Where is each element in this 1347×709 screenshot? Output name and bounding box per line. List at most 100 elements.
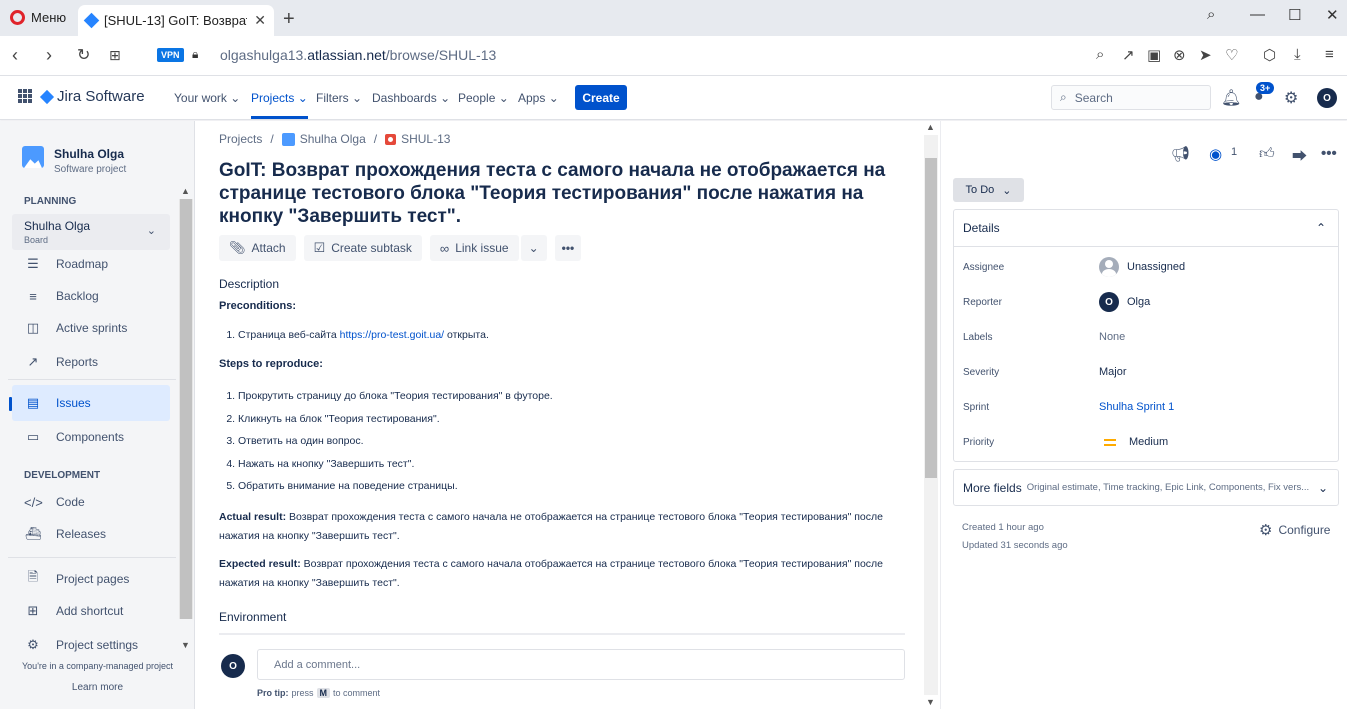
sidebar-item-reports[interactable]: ↗ Reports bbox=[24, 347, 170, 377]
more-actions-icon[interactable]: ••• bbox=[1321, 145, 1337, 162]
reporter-row[interactable]: Reporter O Olga bbox=[963, 292, 1150, 312]
browser-menu-button[interactable]: Меню bbox=[10, 10, 66, 25]
forward-icon[interactable]: › bbox=[46, 45, 52, 66]
sidebar-item-roadmap[interactable]: ☰ Roadmap bbox=[24, 249, 170, 279]
lock-icon[interactable]: 🔒︎ bbox=[192, 47, 198, 62]
nav-dashboards[interactable]: Dashboards ⌄ bbox=[372, 91, 450, 105]
link-issue-button[interactable]: ∞ Link issue bbox=[429, 235, 519, 261]
project-header[interactable]: Shulha Olga Software project bbox=[22, 146, 126, 175]
window-close-icon[interactable]: ✕ bbox=[1326, 6, 1339, 24]
board-selector[interactable]: Shulha Olga Board ⌄ bbox=[12, 214, 170, 250]
vote-thumbs-up-icon[interactable]: 👍︎ bbox=[1259, 145, 1275, 163]
sidebar-item-releases[interactable]: ⛴︎ Releases bbox=[24, 519, 170, 549]
nav-filters[interactable]: Filters ⌄ bbox=[316, 91, 362, 105]
download-icon[interactable]: ⤓ bbox=[1294, 46, 1301, 63]
search-input[interactable]: ⌕ Search bbox=[1051, 85, 1211, 110]
settings-gear-icon[interactable]: ⚙ bbox=[1284, 88, 1298, 108]
send-icon[interactable]: ➤ bbox=[1199, 46, 1212, 64]
nav-people[interactable]: People ⌄ bbox=[458, 91, 509, 105]
app-switcher-icon[interactable] bbox=[18, 89, 32, 103]
nav-filters-label: Filters bbox=[316, 91, 349, 105]
back-icon[interactable]: ‹ bbox=[12, 45, 18, 66]
chevron-down-icon: ⌄ bbox=[230, 91, 241, 105]
priority-row[interactable]: Priority Medium bbox=[963, 436, 1168, 448]
assignee-value[interactable]: Unassigned bbox=[1099, 257, 1185, 277]
share-page-icon[interactable]: ↗ bbox=[1122, 46, 1135, 64]
sidebar-item-label: Reports bbox=[56, 355, 99, 369]
vpn-badge[interactable]: VPN bbox=[157, 48, 184, 62]
sidebar-item-issues[interactable]: ▤ Issues bbox=[12, 385, 170, 421]
minimize-icon[interactable]: — bbox=[1250, 6, 1265, 23]
user-avatar[interactable]: O bbox=[1317, 88, 1337, 108]
description-body[interactable]: Preconditions: Страница веб-сайта https:… bbox=[219, 299, 899, 593]
jira-logo[interactable]: Jira Software bbox=[39, 88, 145, 105]
sprint-row[interactable]: Sprint Shulha Sprint 1 bbox=[963, 401, 1174, 413]
attach-button[interactable]: 📎︎ Attach bbox=[219, 235, 296, 261]
nav-apps[interactable]: Apps ⌄ bbox=[518, 91, 559, 105]
scroll-up-icon[interactable]: ▲ bbox=[926, 122, 935, 132]
easy-setup-icon[interactable]: ≡ bbox=[1325, 46, 1334, 63]
priority-value[interactable]: Medium bbox=[1099, 436, 1168, 448]
scroll-up-icon[interactable]: ▲ bbox=[181, 186, 190, 196]
scroll-thumb[interactable] bbox=[180, 199, 192, 619]
issue-title[interactable]: GoIT: Возврат прохождения теста с самого… bbox=[219, 159, 909, 228]
precondition-link[interactable]: https://pro-test.goit.ua/ bbox=[340, 329, 444, 341]
severity-value[interactable]: Major bbox=[1099, 366, 1127, 378]
main-scrollbar[interactable] bbox=[924, 135, 938, 695]
browser-tab[interactable]: [SHUL-13] GoIT: Возврат п ✕ bbox=[78, 5, 274, 36]
sidebar-item-components[interactable]: ▭ Components bbox=[24, 422, 170, 452]
sidebar-item-project-settings[interactable]: ⚙ Project settings bbox=[24, 630, 170, 660]
reporter-value[interactable]: O Olga bbox=[1099, 292, 1150, 312]
sidebar-divider bbox=[8, 379, 176, 380]
link-issue-dropdown[interactable]: ⌄ bbox=[520, 235, 547, 261]
labels-value[interactable]: None bbox=[1099, 331, 1125, 343]
breadcrumb-projects[interactable]: Projects bbox=[219, 132, 262, 146]
sidebar-item-active-sprints[interactable]: ◫ Active sprints bbox=[24, 313, 170, 343]
breadcrumb-project[interactable]: Shulha Olga bbox=[281, 132, 366, 147]
more-actions-icon[interactable]: ••• bbox=[554, 235, 582, 261]
watch-eye-icon[interactable]: ◉ bbox=[1209, 145, 1222, 163]
new-tab-icon[interactable]: + bbox=[283, 8, 295, 31]
create-button[interactable]: Create bbox=[575, 85, 627, 110]
nav-your-work[interactable]: Your work ⌄ bbox=[174, 91, 240, 105]
sidebar-item-add-shortcut[interactable]: ⊞ Add shortcut bbox=[24, 596, 170, 626]
sidebar-item-project-pages[interactable]: 🗎︎ Project pages bbox=[24, 564, 170, 594]
sprint-value[interactable]: Shulha Sprint 1 bbox=[1099, 401, 1174, 413]
create-subtask-button[interactable]: ☑ Create subtask bbox=[303, 235, 422, 261]
sidebar-item-label: Releases bbox=[56, 527, 107, 541]
scroll-thumb[interactable] bbox=[925, 158, 937, 478]
feedback-megaphone-icon[interactable]: 📢︎ bbox=[1171, 145, 1190, 163]
releases-notification-icon[interactable]: 🔔︎ bbox=[1221, 88, 1241, 108]
page-search-icon[interactable]: ⌕ bbox=[1096, 46, 1104, 63]
more-fields-section[interactable]: More fields Original estimate, Time trac… bbox=[953, 469, 1339, 506]
url-field[interactable]: olgashulga13.atlassian.net/browse/SHUL-1… bbox=[220, 47, 496, 63]
opera-logo-icon bbox=[10, 10, 25, 25]
sidebar-item-code[interactable]: </> Code bbox=[24, 487, 170, 517]
sidebar-scrollbar[interactable] bbox=[179, 199, 193, 619]
camera-icon[interactable]: ▣ bbox=[1147, 46, 1161, 64]
share-icon[interactable]: ⮕ bbox=[1292, 145, 1307, 166]
maximize-icon[interactable]: ☐ bbox=[1288, 6, 1301, 24]
details-header[interactable]: Details ⌃ bbox=[954, 210, 1338, 247]
heart-icon[interactable]: ♡ bbox=[1225, 46, 1238, 64]
configure-button[interactable]: ⚙ Configure bbox=[1259, 521, 1330, 539]
nav-projects[interactable]: Projects ⌄ bbox=[251, 91, 308, 119]
reload-icon[interactable]: ↻ bbox=[77, 45, 90, 65]
comment-input[interactable]: Add a comment... bbox=[257, 649, 905, 680]
adblock-icon[interactable]: ⊗ bbox=[1173, 46, 1186, 64]
browser-search-icon[interactable]: ⌕ bbox=[1207, 6, 1215, 23]
labels-row[interactable]: Labels None bbox=[963, 331, 1125, 343]
breadcrumb-issue-key[interactable]: SHUL-13 bbox=[385, 132, 450, 146]
settings-gear-icon: ⚙ bbox=[27, 637, 39, 652]
learn-more-link[interactable]: Learn more bbox=[0, 682, 195, 693]
severity-row[interactable]: Severity Major bbox=[963, 366, 1127, 378]
extensions-icon[interactable]: ⬡ bbox=[1263, 46, 1276, 64]
sidebar-item-backlog[interactable]: ≡ Backlog bbox=[24, 281, 170, 311]
scroll-down-icon[interactable]: ▼ bbox=[926, 697, 935, 707]
tab-close-icon[interactable]: ✕ bbox=[254, 12, 266, 29]
assignee-row[interactable]: Assignee Unassigned bbox=[963, 257, 1185, 277]
tabs-grid-icon[interactable]: ⊞ bbox=[109, 47, 121, 64]
scroll-down-icon[interactable]: ▼ bbox=[181, 640, 190, 650]
status-button[interactable]: To Do ⌄ bbox=[953, 178, 1024, 202]
priority-medium-icon bbox=[1104, 438, 1116, 446]
